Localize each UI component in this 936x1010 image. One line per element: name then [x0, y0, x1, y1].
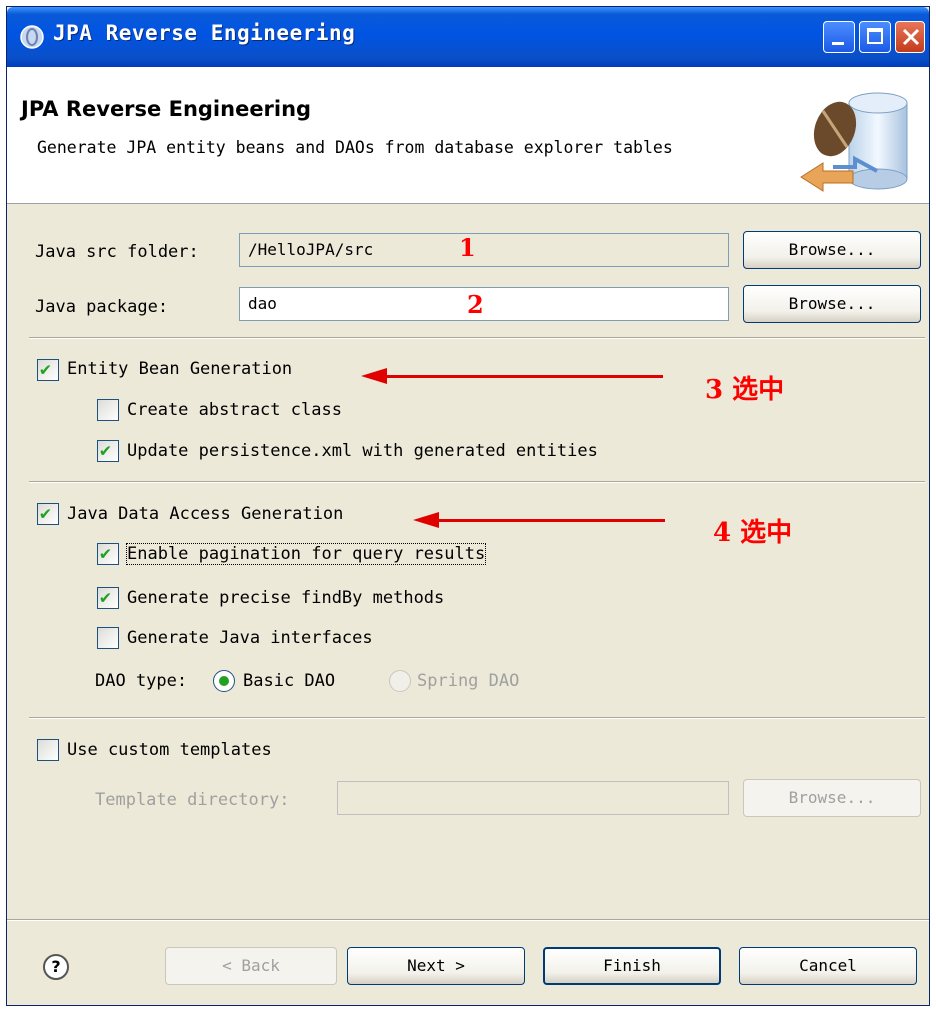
persistence-label: Update persistence.xml with generated en…: [127, 441, 598, 461]
separator: [29, 337, 925, 339]
dialog-window: JPA Reverse Engineering JPA Reverse Engi…: [6, 6, 930, 1006]
check-icon: ✔: [100, 440, 111, 461]
annotation-3: 3 选中: [705, 375, 785, 405]
src-folder-label: Java src folder:: [35, 242, 199, 262]
check-icon: ✔: [100, 587, 111, 608]
page-description: Generate JPA entity beans and DAOs from …: [37, 138, 673, 157]
annotation-1: 1: [459, 233, 476, 262]
browse-package-button[interactable]: Browse...: [743, 285, 921, 323]
template-directory-input[interactable]: [337, 781, 729, 815]
template-directory-label: Template directory:: [95, 790, 290, 810]
entity-bean-label: Entity Bean Generation: [67, 359, 293, 379]
basic-dao-radio[interactable]: [213, 670, 235, 692]
dao-generation-checkbox[interactable]: ✔: [37, 503, 59, 525]
findby-label: Generate precise findBy methods: [127, 588, 445, 608]
radio-selected-dot: [219, 676, 229, 686]
wizard-banner: JPA Reverse Engineering Generate JPA ent…: [7, 67, 929, 204]
custom-templates-label: Use custom templates: [67, 740, 272, 760]
annotation-4: 4 选中: [713, 518, 793, 548]
back-button[interactable]: < Back: [165, 947, 337, 985]
check-icon: ✔: [40, 359, 51, 380]
src-folder-field[interactable]: /HelloJPA/src: [239, 233, 729, 267]
arrow-head-icon: [413, 512, 439, 528]
check-icon: ✔: [100, 543, 111, 564]
abstract-class-label: Create abstract class: [127, 400, 342, 420]
package-label: Java package:: [35, 297, 169, 317]
persistence-checkbox[interactable]: ✔: [97, 440, 119, 462]
spring-dao-label: Spring DAO: [417, 671, 520, 691]
interfaces-label: Generate Java interfaces: [127, 628, 373, 648]
annotation-arrow-3: [387, 375, 663, 378]
custom-templates-checkbox[interactable]: [37, 739, 59, 761]
footer-separator: [7, 919, 929, 921]
abstract-class-checkbox[interactable]: [97, 399, 119, 421]
minimize-button[interactable]: [823, 21, 855, 53]
annotation-arrow-4: [439, 519, 665, 522]
arrow-head-icon: [361, 368, 387, 384]
help-icon[interactable]: ?: [43, 954, 69, 980]
findby-checkbox[interactable]: ✔: [97, 587, 119, 609]
minimize-icon: [832, 42, 844, 45]
package-input[interactable]: dao: [239, 287, 729, 321]
window-title: JPA Reverse Engineering: [53, 21, 356, 45]
maximize-button[interactable]: [859, 21, 891, 53]
finish-button[interactable]: Finish: [543, 947, 721, 985]
cancel-button[interactable]: Cancel: [739, 947, 917, 985]
basic-dao-label: Basic DAO: [243, 671, 336, 691]
close-icon: [902, 28, 920, 46]
pagination-label: Enable pagination for query results: [125, 543, 487, 565]
browse-src-button[interactable]: Browse...: [743, 231, 921, 269]
annotation-2: 2: [467, 290, 484, 319]
interfaces-checkbox[interactable]: [97, 627, 119, 649]
page-title: JPA Reverse Engineering: [21, 97, 312, 121]
database-bean-icon: [800, 92, 908, 192]
title-bar[interactable]: JPA Reverse Engineering: [7, 7, 929, 67]
app-icon: [20, 25, 44, 49]
entity-bean-checkbox[interactable]: ✔: [37, 359, 59, 381]
next-button[interactable]: Next >: [347, 947, 525, 985]
separator: [29, 481, 925, 483]
spring-dao-radio[interactable]: [389, 670, 411, 692]
pagination-checkbox[interactable]: ✔: [97, 543, 119, 565]
dao-generation-label: Java Data Access Generation: [67, 504, 344, 524]
browse-templates-button[interactable]: Browse...: [743, 779, 921, 817]
close-button[interactable]: [895, 21, 925, 53]
check-icon: ✔: [40, 503, 51, 524]
separator: [29, 717, 925, 719]
dao-type-label: DAO type:: [95, 671, 188, 691]
maximize-icon: [867, 28, 883, 44]
